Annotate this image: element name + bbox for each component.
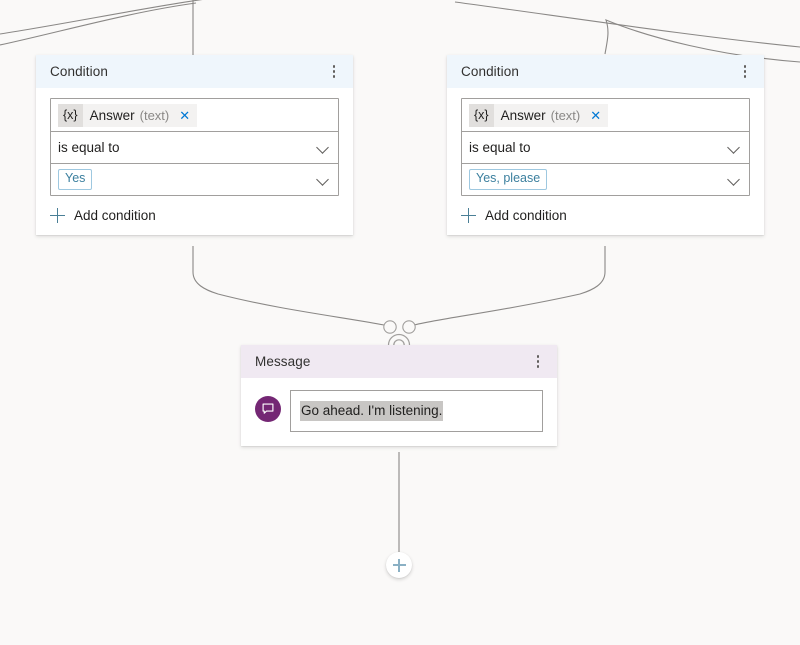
condition-left-body: {x} Answer (text) ✕ is equal to Yes Add … bbox=[36, 88, 353, 235]
variable-name: Answer bbox=[500, 107, 546, 123]
condition-left-variable-row[interactable]: {x} Answer (text) ✕ bbox=[51, 99, 338, 131]
condition-node-left[interactable]: Condition {x} Answer (text) ✕ is equal t… bbox=[36, 55, 353, 235]
variable-type: (text) bbox=[139, 107, 170, 123]
add-condition-button-left[interactable]: Add condition bbox=[50, 208, 339, 223]
condition-right-header: Condition bbox=[447, 55, 764, 88]
condition-right-operator-row[interactable]: is equal to bbox=[462, 131, 749, 163]
condition-left-value-row[interactable]: Yes bbox=[51, 163, 338, 195]
variable-brace-icon: {x} bbox=[469, 103, 494, 127]
message-node[interactable]: Message Go ahead. I'm listening. bbox=[241, 345, 557, 446]
variable-type: (text) bbox=[550, 107, 581, 123]
message-title: Message bbox=[255, 354, 311, 369]
condition-node-right[interactable]: Condition {x} Answer (text) ✕ is equal t… bbox=[447, 55, 764, 235]
variable-token[interactable]: {x} Answer (text) ✕ bbox=[58, 103, 198, 127]
add-condition-label: Add condition bbox=[485, 208, 567, 223]
merge-port-right bbox=[402, 320, 416, 334]
condition-right-group: {x} Answer (text) ✕ is equal to Yes, ple… bbox=[461, 98, 750, 196]
condition-right-operator: is equal to bbox=[469, 140, 531, 155]
connector-incoming-far-left bbox=[0, 2, 197, 46]
kebab-menu-icon[interactable] bbox=[736, 62, 754, 82]
chevron-down-icon[interactable] bbox=[727, 173, 741, 187]
condition-right-value-row[interactable]: Yes, please bbox=[462, 163, 749, 195]
condition-left-group: {x} Answer (text) ✕ is equal to Yes bbox=[50, 98, 339, 196]
add-condition-label: Add condition bbox=[74, 208, 156, 223]
condition-left-operator: is equal to bbox=[58, 140, 120, 155]
condition-left-header: Condition bbox=[36, 55, 353, 88]
chevron-down-icon[interactable] bbox=[316, 173, 330, 187]
connector-incoming-left-2 bbox=[0, 0, 203, 35]
flow-canvas[interactable]: Condition {x} Answer (text) ✕ is equal t… bbox=[0, 0, 800, 645]
condition-left-operator-row[interactable]: is equal to bbox=[51, 131, 338, 163]
clear-variable-icon[interactable]: ✕ bbox=[590, 109, 601, 122]
chevron-down-icon[interactable] bbox=[316, 141, 330, 155]
condition-left-value[interactable]: Yes bbox=[58, 169, 93, 190]
merge-port-left bbox=[383, 320, 397, 334]
message-text-value: Go ahead. I'm listening. bbox=[300, 400, 444, 422]
clear-variable-icon[interactable]: ✕ bbox=[179, 109, 190, 122]
plus-icon bbox=[461, 208, 476, 223]
message-text-input[interactable]: Go ahead. I'm listening. bbox=[290, 390, 543, 432]
kebab-menu-icon[interactable] bbox=[325, 62, 343, 82]
condition-right-variable-row[interactable]: {x} Answer (text) ✕ bbox=[462, 99, 749, 131]
connector-incoming-right-1 bbox=[454, 1, 800, 48]
condition-right-title: Condition bbox=[461, 64, 519, 79]
condition-right-value[interactable]: Yes, please bbox=[469, 169, 548, 190]
condition-left-title: Condition bbox=[50, 64, 108, 79]
connector-right-to-merge bbox=[409, 246, 606, 327]
add-step-button[interactable] bbox=[386, 552, 412, 578]
plus-icon bbox=[50, 208, 65, 223]
chat-bubble-icon bbox=[255, 396, 281, 422]
variable-name: Answer bbox=[89, 107, 135, 123]
condition-right-body: {x} Answer (text) ✕ is equal to Yes, ple… bbox=[447, 88, 764, 235]
kebab-menu-icon[interactable] bbox=[529, 352, 547, 372]
chevron-down-icon[interactable] bbox=[727, 141, 741, 155]
variable-token[interactable]: {x} Answer (text) ✕ bbox=[469, 103, 609, 127]
add-condition-button-right[interactable]: Add condition bbox=[461, 208, 750, 223]
variable-brace-icon: {x} bbox=[58, 103, 83, 127]
connector-left-to-merge bbox=[192, 246, 390, 327]
message-body: Go ahead. I'm listening. bbox=[241, 378, 557, 446]
message-header: Message bbox=[241, 345, 557, 378]
